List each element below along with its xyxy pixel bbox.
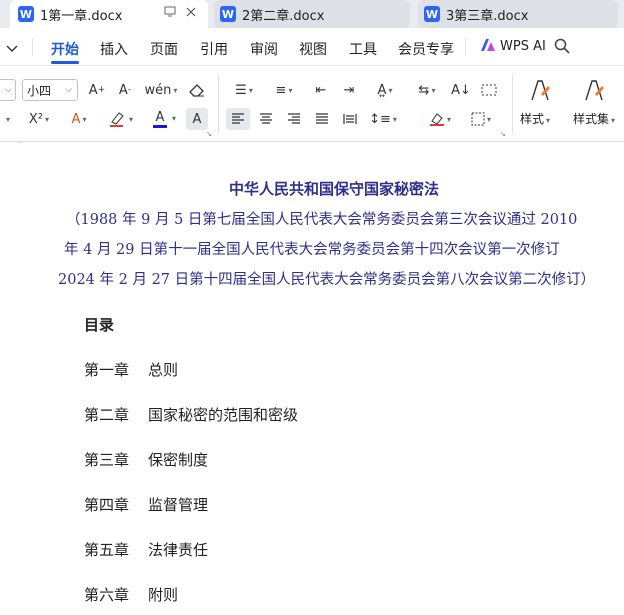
text-effect-icon[interactable]: A ▾ bbox=[64, 108, 94, 130]
tab-document-2[interactable]: W 2第二章.docx bbox=[214, 0, 410, 28]
word-doc-icon: W bbox=[18, 6, 34, 22]
search-icon[interactable] bbox=[554, 38, 570, 58]
align-left-icon[interactable] bbox=[226, 108, 250, 130]
font-size-combo[interactable]: 小四 ⌵ bbox=[22, 79, 78, 101]
subtitle-line-3: 2024 年 2 月 27 日第十四届全国人民代表大会常务委员会第八次会议第二次… bbox=[58, 272, 596, 288]
subtitle-line-2: 年 4 月 29 日第十一届全国人民代表大会常务委员会第十四次会议第一次修订 bbox=[64, 242, 560, 258]
tab-label: 1第一章.docx bbox=[40, 8, 123, 24]
divider bbox=[32, 38, 33, 56]
font-size-value: 小四 bbox=[27, 83, 52, 98]
clear-format-icon[interactable] bbox=[186, 79, 208, 101]
chevron-down-icon: ⌵ bbox=[4, 85, 12, 95]
menu-references[interactable]: 引用 bbox=[200, 39, 228, 59]
phonetic-guide-icon[interactable]: wén ▾ bbox=[144, 79, 178, 101]
toc-chapter-number: 第六章 bbox=[84, 586, 130, 604]
styles-label: 样式 bbox=[520, 112, 545, 126]
align-center-icon[interactable] bbox=[254, 108, 278, 130]
word-doc-icon: W bbox=[220, 6, 236, 22]
ribbon-menu-bar: 开始 插入 页面 引用 审阅 视图 工具 会员专享 WPS AI bbox=[0, 28, 624, 66]
chevron-down-icon[interactable]: ▾ bbox=[172, 114, 176, 123]
tab-label: 2第二章.docx bbox=[242, 8, 325, 24]
divider bbox=[218, 74, 219, 134]
chevron-down-icon[interactable] bbox=[6, 41, 18, 57]
paragraph-dialog-launcher-icon[interactable]: ↘ bbox=[500, 130, 506, 138]
bullet-list-icon[interactable]: ☰ ▾ bbox=[230, 79, 258, 101]
menu-tools[interactable]: 工具 bbox=[349, 39, 377, 59]
sort-icon[interactable]: A↓ bbox=[450, 79, 472, 101]
toc-chapter-title: 法律责任 bbox=[148, 541, 209, 559]
shading-icon[interactable]: ▾ bbox=[424, 108, 456, 130]
line-direction-icon[interactable]: ⇆ ▾ bbox=[412, 79, 442, 101]
active-tab-indicator bbox=[51, 61, 79, 64]
document-page[interactable]: ⠒ 中华人民共和国保守国家秘密法 （1988 年 9 月 5 日第七届全国人民代… bbox=[0, 142, 624, 615]
toc-entry[interactable]: 第四章 监督管理 bbox=[84, 494, 208, 515]
toc-chapter-number: 第一章 bbox=[84, 361, 130, 379]
wps-ai-button[interactable]: WPS AI bbox=[500, 39, 546, 54]
subtitle-line-1: （1988 年 9 月 5 日第七届全国人民代表大会常务委员会第三次会议通过 2… bbox=[66, 212, 578, 228]
word-doc-icon: W bbox=[424, 6, 440, 22]
toc-chapter-title: 监督管理 bbox=[148, 496, 209, 514]
increase-indent-icon[interactable]: ⇥ bbox=[338, 79, 360, 101]
tab-document-3[interactable]: W 3第三章.docx bbox=[418, 0, 618, 28]
chevron-down-icon[interactable]: ▾ bbox=[0, 108, 14, 130]
align-right-icon[interactable] bbox=[282, 108, 306, 130]
tab-document-1[interactable]: W 1第一章.docx bbox=[10, 0, 208, 28]
wps-ai-icon bbox=[480, 38, 496, 56]
toc-chapter-title: 附则 bbox=[148, 586, 179, 604]
distributed-align-icon[interactable] bbox=[338, 108, 362, 130]
toc-chapter-number: 第四章 bbox=[84, 496, 130, 514]
style-set-icon[interactable] bbox=[578, 76, 610, 104]
toc-entry[interactable]: 第二章 国家秘密的范围和密级 bbox=[84, 404, 298, 425]
toc-heading: 目录 bbox=[84, 316, 115, 334]
numbered-list-icon[interactable]: ≡ ▾ bbox=[270, 79, 298, 101]
menu-home[interactable]: 开始 bbox=[51, 39, 79, 59]
grow-font-icon[interactable]: A + bbox=[86, 79, 108, 101]
decrease-indent-icon[interactable]: ⇤ bbox=[310, 79, 332, 101]
justify-icon[interactable] bbox=[310, 108, 334, 130]
highlight-icon[interactable]: ▾ bbox=[104, 108, 138, 130]
toc-chapter-title: 保密制度 bbox=[148, 451, 209, 469]
style-set-button[interactable]: 样式集 ▾ bbox=[573, 110, 615, 127]
drag-handle-icon[interactable]: ⠒ bbox=[16, 142, 23, 149]
toc-chapter-title: 国家秘密的范围和密级 bbox=[148, 406, 299, 424]
tab-label: 3第三章.docx bbox=[446, 8, 529, 24]
font-family-combo[interactable]: ⌵ bbox=[0, 79, 16, 101]
monitor-icon[interactable] bbox=[164, 6, 176, 20]
menu-insert[interactable]: 插入 bbox=[100, 39, 128, 59]
document-tab-bar: W 1第一章.docx W 2第二章.docx W 3第三章.docx bbox=[0, 0, 624, 28]
toc-chapter-number: 第五章 bbox=[84, 541, 130, 559]
show-marks-icon[interactable] bbox=[478, 79, 500, 101]
text-direction-icon[interactable]: A͍ ▾ bbox=[370, 79, 400, 101]
styles-icon[interactable] bbox=[524, 76, 556, 104]
style-set-label: 样式集 bbox=[573, 112, 610, 126]
font-dialog-launcher-icon[interactable]: ↘ bbox=[206, 130, 212, 138]
toc-entry[interactable]: 第五章 法律责任 bbox=[84, 539, 208, 560]
toc-entry[interactable]: 第三章 保密制度 bbox=[84, 449, 208, 470]
divider bbox=[465, 38, 466, 56]
chevron-down-icon: ⌵ bbox=[65, 85, 72, 95]
divider bbox=[512, 74, 513, 134]
menu-page[interactable]: 页面 bbox=[150, 39, 178, 59]
superscript-icon[interactable]: X² ▾ bbox=[24, 108, 54, 130]
close-icon[interactable] bbox=[186, 6, 196, 20]
character-shading-icon[interactable]: A bbox=[186, 108, 208, 130]
borders-icon[interactable]: ▾ bbox=[466, 108, 496, 130]
menu-member[interactable]: 会员专享 bbox=[398, 39, 454, 59]
toc-chapter-number: 第三章 bbox=[84, 451, 130, 469]
styles-button[interactable]: 样式 ▾ bbox=[520, 110, 550, 127]
menu-review[interactable]: 审阅 bbox=[250, 39, 278, 59]
line-spacing-icon[interactable]: ↕≡ ▾ bbox=[368, 108, 398, 130]
toc-chapter-title: 总则 bbox=[148, 361, 179, 379]
toc-entry[interactable]: 第六章 附则 bbox=[84, 584, 178, 605]
home-ribbon: ⌵ 小四 ⌵ A + A- wén ▾ ☰ ▾ ≡ ▾ ⇤ ⇥ A͍ ▾ ⇆ ▾ A↓ ▾ … bbox=[0, 66, 624, 142]
toc-entry[interactable]: 第一章 总则 bbox=[84, 359, 178, 380]
shrink-font-icon[interactable]: A- bbox=[114, 79, 136, 101]
menu-view[interactable]: 视图 bbox=[299, 39, 327, 59]
toc-chapter-number: 第二章 bbox=[84, 406, 130, 424]
document-title: 中华人民共和国保守国家秘密法 bbox=[228, 180, 439, 198]
